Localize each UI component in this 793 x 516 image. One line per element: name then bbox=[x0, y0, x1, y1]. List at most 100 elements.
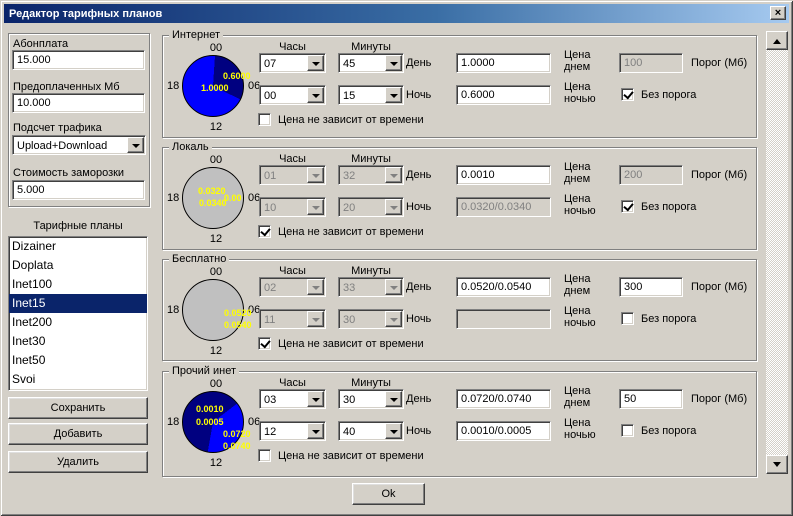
night-price-input[interactable]: 0.0010/0.0005 bbox=[456, 421, 551, 441]
night-label: Ночь bbox=[406, 425, 431, 437]
list-item[interactable]: Dizainer bbox=[9, 237, 147, 256]
chevron-down-icon[interactable] bbox=[307, 311, 324, 327]
chevron-down-icon[interactable] bbox=[307, 167, 324, 183]
chevron-down-icon[interactable] bbox=[385, 55, 402, 71]
threshold-input[interactable]: 100 bbox=[619, 53, 683, 73]
night-hours-combo[interactable]: 12 bbox=[259, 421, 326, 441]
no-threshold-checkbox[interactable] bbox=[621, 424, 634, 437]
no-threshold-checkbox[interactable] bbox=[621, 312, 634, 325]
chevron-down-icon[interactable] bbox=[385, 311, 402, 327]
arrow-down-icon bbox=[773, 462, 781, 471]
day-minutes-combo[interactable]: 33 bbox=[338, 277, 404, 297]
no-threshold-checkbox[interactable] bbox=[621, 200, 634, 213]
title-bar[interactable]: Редактор тарифных планов × bbox=[4, 4, 789, 23]
night-minutes-value: 30 bbox=[343, 312, 355, 328]
pie-value-label: 0.00 bbox=[224, 193, 242, 203]
chevron-down-icon[interactable] bbox=[307, 87, 324, 103]
list-item[interactable]: Inet100 bbox=[9, 275, 147, 294]
time-independent-checkbox[interactable] bbox=[258, 449, 271, 462]
freeze-cost-input[interactable]: 5.000 bbox=[12, 180, 145, 200]
day-hours-combo[interactable]: 02 bbox=[259, 277, 326, 297]
chevron-down-icon[interactable] bbox=[385, 279, 402, 295]
time-independent-checkbox[interactable] bbox=[258, 337, 271, 350]
chevron-down-icon[interactable] bbox=[307, 199, 324, 215]
traffic-count-combo[interactable]: Upload+Download bbox=[12, 135, 146, 155]
no-threshold-checkbox[interactable] bbox=[621, 88, 634, 101]
list-item[interactable]: Inet50 bbox=[9, 351, 147, 370]
chevron-down-icon[interactable] bbox=[385, 199, 402, 215]
clock-18: 18 bbox=[167, 192, 179, 204]
minutes-label: Минуты bbox=[338, 377, 404, 389]
pie-value-label: 0.0005 bbox=[196, 417, 224, 427]
add-button[interactable]: Добавить bbox=[8, 423, 148, 445]
day-price-input[interactable]: 0.0720/0.0740 bbox=[456, 389, 551, 409]
day-minutes-combo[interactable]: 45 bbox=[338, 53, 404, 73]
chevron-down-icon[interactable] bbox=[385, 87, 402, 103]
threshold-input[interactable]: 50 bbox=[619, 389, 683, 409]
threshold-input[interactable]: 200 bbox=[619, 165, 683, 185]
night-label: Ночь bbox=[406, 313, 431, 325]
night-minutes-combo[interactable]: 20 bbox=[338, 197, 404, 217]
day-price-input[interactable]: 1.0000 bbox=[456, 53, 551, 73]
scrollbar-down-button[interactable] bbox=[766, 455, 788, 474]
night-price-input[interactable] bbox=[456, 309, 551, 329]
group-title: Интернет bbox=[169, 29, 223, 41]
night-hours-combo[interactable]: 00 bbox=[259, 85, 326, 105]
ok-button[interactable]: Ok bbox=[352, 483, 425, 505]
time-pie-chart: 00 18 06 12 0.0010 0.0005 0.0720 0.0740 bbox=[166, 378, 266, 478]
scrollbar-track[interactable] bbox=[766, 50, 788, 455]
time-independent-label: Цена не зависит от времени bbox=[278, 450, 424, 462]
no-threshold-label: Без порога bbox=[641, 201, 696, 213]
traffic-count-value: Upload+Download bbox=[17, 138, 107, 154]
prepaid-mb-input[interactable]: 10.000 bbox=[12, 93, 145, 113]
time-independent-checkbox[interactable] bbox=[258, 225, 271, 238]
night-minutes-combo[interactable]: 15 bbox=[338, 85, 404, 105]
list-item[interactable]: Inet30 bbox=[9, 332, 147, 351]
day-hours-combo[interactable]: 03 bbox=[259, 389, 326, 409]
chevron-down-icon[interactable] bbox=[385, 167, 402, 183]
arrow-up-icon bbox=[773, 35, 781, 44]
abonplata-input[interactable]: 15.000 bbox=[12, 50, 145, 70]
chevron-down-icon[interactable] bbox=[307, 55, 324, 71]
save-button[interactable]: Сохранить bbox=[8, 397, 148, 419]
clock-00: 00 bbox=[166, 266, 266, 278]
tariff-plans-list[interactable]: Dizainer Doplata Inet100 Inet15 Inet200 … bbox=[8, 236, 148, 391]
chevron-down-icon[interactable] bbox=[307, 423, 324, 439]
night-hours-combo[interactable]: 10 bbox=[259, 197, 326, 217]
day-minutes-combo[interactable]: 30 bbox=[338, 389, 404, 409]
night-minutes-combo[interactable]: 30 bbox=[338, 309, 404, 329]
night-minutes-combo[interactable]: 40 bbox=[338, 421, 404, 441]
chevron-down-icon[interactable] bbox=[385, 423, 402, 439]
day-label: День bbox=[406, 393, 431, 405]
day-hours-combo[interactable]: 01 bbox=[259, 165, 326, 185]
close-icon: × bbox=[775, 8, 781, 18]
night-price-input[interactable]: 0.6000 bbox=[456, 85, 551, 105]
list-item[interactable]: Inet200 bbox=[9, 313, 147, 332]
chevron-down-icon[interactable] bbox=[385, 391, 402, 407]
night-hours-value: 10 bbox=[264, 200, 276, 216]
chevron-down-icon[interactable] bbox=[307, 391, 324, 407]
night-label: Ночь bbox=[406, 89, 431, 101]
chevron-down-icon[interactable] bbox=[307, 279, 324, 295]
night-price-input[interactable]: 0.0320/0.0340 bbox=[456, 197, 551, 217]
day-price-input[interactable]: 0.0520/0.0540 bbox=[456, 277, 551, 297]
minutes-label: Минуты bbox=[338, 265, 404, 277]
hours-label: Часы bbox=[259, 153, 326, 165]
delete-button[interactable]: Удалить bbox=[8, 451, 148, 473]
list-item[interactable]: Svoi bbox=[9, 370, 147, 389]
night-hours-combo[interactable]: 11 bbox=[259, 309, 326, 329]
day-minutes-combo[interactable]: 32 bbox=[338, 165, 404, 185]
day-price-input[interactable]: 0.0010 bbox=[456, 165, 551, 185]
pie-value-label: 0.0720 bbox=[223, 429, 251, 439]
threshold-input[interactable]: 300 bbox=[619, 277, 683, 297]
time-independent-checkbox[interactable] bbox=[258, 113, 271, 126]
clock-12: 12 bbox=[166, 233, 266, 245]
list-item[interactable]: Doplata bbox=[9, 256, 147, 275]
day-hours-combo[interactable]: 07 bbox=[259, 53, 326, 73]
no-threshold-label: Без порога bbox=[641, 89, 696, 101]
clock-12: 12 bbox=[166, 457, 266, 469]
close-button[interactable]: × bbox=[770, 6, 786, 20]
scrollbar-up-button[interactable] bbox=[766, 31, 788, 50]
chevron-down-icon[interactable] bbox=[127, 137, 144, 153]
list-item-selected[interactable]: Inet15 bbox=[9, 294, 147, 313]
